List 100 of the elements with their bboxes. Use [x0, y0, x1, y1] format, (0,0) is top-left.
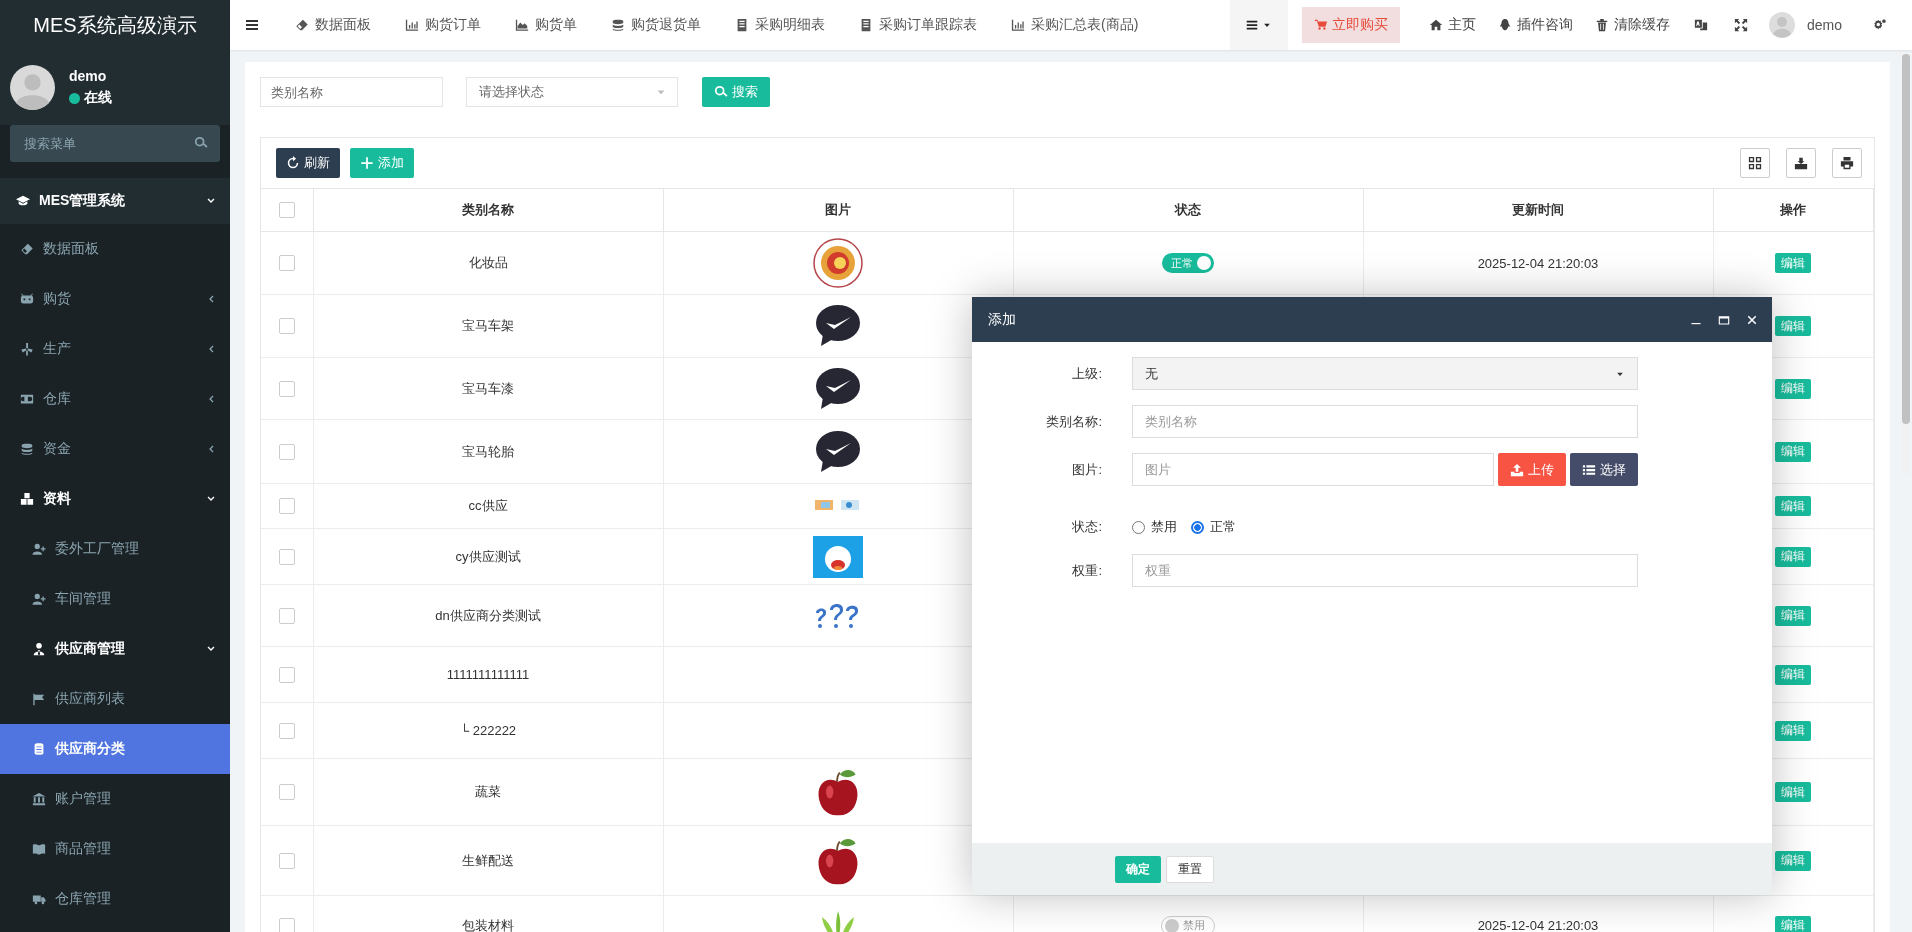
menu-item[interactable]: 资金	[0, 424, 230, 474]
plus-icon	[360, 156, 374, 170]
database-icon	[20, 442, 34, 456]
row-checkbox[interactable]	[278, 548, 295, 565]
radio-button[interactable]	[1132, 520, 1145, 534]
input-field[interactable]: 图片	[1132, 453, 1494, 486]
menu-icon[interactable]	[244, 17, 260, 33]
radio-label: 正常	[1210, 518, 1236, 536]
column-header: 更新时间	[1363, 188, 1713, 232]
menu-item[interactable]: 账户管理	[0, 774, 230, 824]
area-chart-icon	[515, 18, 529, 32]
list-icon	[1582, 462, 1596, 477]
table-cell: 宝马车漆	[313, 357, 663, 420]
nav-tab[interactable]: 购货退货单	[594, 16, 718, 34]
row-checkbox[interactable]	[278, 443, 295, 460]
select-all-checkbox[interactable]	[278, 202, 295, 218]
row-checkbox[interactable]	[278, 380, 295, 397]
nav-tab[interactable]: 购货订单	[388, 16, 498, 34]
nav-tab[interactable]: 采购明细表	[718, 16, 842, 34]
row-checkbox[interactable]	[278, 917, 295, 932]
row-checkbox[interactable]	[278, 607, 295, 624]
menu-item[interactable]: 供应商列表	[0, 674, 230, 724]
field-label: 状态:	[1071, 518, 1103, 536]
menu-item[interactable]: 供应商管理	[0, 624, 230, 674]
row-checkbox[interactable]	[278, 498, 295, 514]
row-checkbox[interactable]	[278, 784, 295, 800]
field-label: 图片:	[1071, 460, 1103, 479]
columns-button[interactable]	[1740, 148, 1770, 178]
row-checkbox[interactable]	[278, 722, 295, 739]
nav-tab[interactable]: 购货单	[498, 16, 594, 34]
parent-select[interactable]: 无	[1132, 357, 1638, 390]
printer-icon	[1840, 156, 1854, 170]
translate-icon[interactable]	[1693, 18, 1708, 32]
table-cell: 2025-12-04 21:20:03	[1477, 918, 1599, 932]
grid-icon	[1748, 156, 1762, 170]
table-cell: 化妆品	[313, 231, 663, 295]
nav-link[interactable]: 插件咨询	[1486, 16, 1584, 34]
user-icon	[32, 642, 46, 656]
menu-item[interactable]: 购货	[0, 274, 230, 324]
eraser-icon	[20, 242, 34, 256]
menu-item[interactable]: 仓库	[0, 374, 230, 424]
row-checkbox[interactable]	[278, 255, 295, 271]
maximize-icon[interactable]	[1718, 313, 1730, 326]
menu-item[interactable]: 生产	[0, 324, 230, 374]
upload-button[interactable]: 上传	[1498, 453, 1566, 486]
menu-item[interactable]: MES管理系统	[0, 178, 230, 224]
field-label: 权重:	[1071, 561, 1103, 580]
home-icon	[1428, 18, 1443, 32]
menu-item[interactable]: 供应商分类	[0, 724, 230, 774]
status-select[interactable]: 请选择状态	[466, 77, 678, 107]
search-icon[interactable]	[194, 136, 208, 150]
radio-button[interactable]	[1191, 520, 1204, 534]
scrollbar[interactable]	[1902, 54, 1910, 474]
user-status: 在线	[84, 89, 112, 107]
user-name: demo	[69, 68, 108, 84]
refresh-button[interactable]: 刷新	[276, 148, 340, 178]
menu-item[interactable]: 资料	[0, 474, 230, 524]
refresh-icon	[286, 156, 300, 170]
reset-button[interactable]: 重置	[1166, 855, 1214, 883]
book-icon	[32, 842, 46, 856]
fullscreen-icon[interactable]	[1733, 18, 1748, 32]
flag-icon	[32, 692, 46, 706]
nav-link[interactable]: 清除缓存	[1583, 16, 1681, 34]
nav-tab[interactable]: 采购汇总表(商品)	[994, 16, 1156, 34]
choose-button[interactable]: 选择	[1570, 453, 1638, 486]
user-plus-icon	[32, 592, 46, 606]
graduation-cap-icon	[16, 194, 30, 208]
field-label: 上级:	[1071, 364, 1103, 383]
field-label: 类别名称:	[1045, 412, 1103, 431]
nav-tab[interactable]: 数据面板	[278, 16, 388, 34]
avatar-icon	[1768, 12, 1795, 38]
export-button[interactable]	[1786, 148, 1816, 178]
eraser-icon	[295, 18, 309, 32]
document-icon	[859, 18, 873, 32]
settings-icon[interactable]	[1873, 18, 1887, 32]
menu-search-field[interactable]: 搜索菜单	[10, 125, 220, 162]
column-header: 类别名称	[313, 188, 663, 232]
close-icon[interactable]	[1746, 313, 1758, 326]
table-cell: 蔬菜	[313, 758, 663, 826]
app-title: MES系统高级演示	[33, 12, 197, 38]
table-cell: 生鲜配送	[313, 825, 663, 896]
print-button[interactable]	[1832, 148, 1862, 178]
menu-item[interactable]: 数据面板	[0, 224, 230, 274]
menu-item[interactable]: 商品管理	[0, 824, 230, 874]
pinwheel-icon	[20, 342, 34, 356]
tab-list-dropdown[interactable]	[1229, 0, 1288, 50]
menu-item[interactable]: 车间管理	[0, 574, 230, 624]
menu-item[interactable]: 仓库管理	[0, 874, 230, 924]
nav-tab[interactable]: 采购订单跟踪表	[842, 16, 994, 34]
input-field[interactable]: 权重	[1132, 554, 1638, 587]
row-checkbox[interactable]	[278, 852, 295, 869]
row-checkbox[interactable]	[278, 318, 295, 334]
row-checkbox[interactable]	[278, 666, 295, 683]
database-icon	[611, 18, 625, 32]
menu-item[interactable]: 委外工厂管理	[0, 524, 230, 574]
nav-link[interactable]: 主页	[1417, 16, 1487, 34]
user-name[interactable]: demo	[1806, 17, 1842, 33]
document-icon	[735, 18, 749, 32]
input-field[interactable]: 类别名称	[1132, 405, 1638, 438]
name-filter-field[interactable]: 类别名称	[260, 77, 443, 107]
